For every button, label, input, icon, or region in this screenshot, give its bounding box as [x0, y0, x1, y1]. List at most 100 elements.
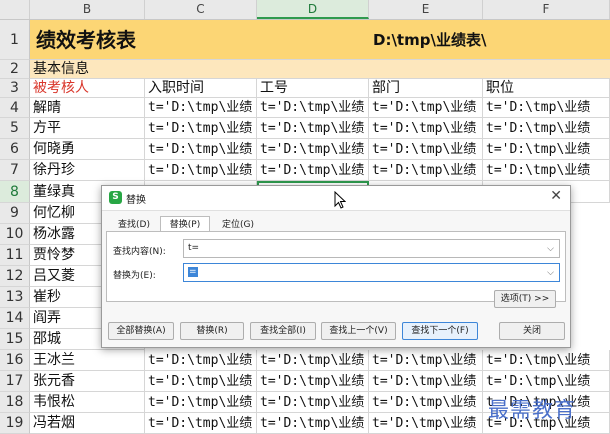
row-number[interactable]: 5: [0, 118, 30, 139]
column-header-bar: B C D E F: [0, 0, 610, 20]
sheet-title-cell[interactable]: 绩效考核表: [30, 20, 257, 60]
header-cell-position[interactable]: 职位: [483, 79, 610, 98]
watermark-text: 最需教育: [488, 398, 576, 422]
name-cell[interactable]: 冯若烟: [30, 413, 145, 434]
row-number[interactable]: 19: [0, 413, 30, 434]
data-cell[interactable]: t='D:\tmp\业绩: [145, 118, 257, 139]
header-cell-dept[interactable]: 部门: [369, 79, 483, 98]
close-button[interactable]: 关闭: [499, 322, 565, 340]
data-cell[interactable]: t='D:\tmp\业绩: [369, 350, 483, 371]
name-cell[interactable]: 王冰兰: [30, 350, 145, 371]
row-number[interactable]: 7: [0, 160, 30, 181]
name-cell[interactable]: 韦恨松: [30, 392, 145, 413]
replace-button[interactable]: 替换(R): [180, 322, 244, 340]
dialog-title: 替换: [126, 195, 146, 206]
row-number[interactable]: 12: [0, 266, 30, 287]
row-number[interactable]: 13: [0, 287, 30, 308]
row-number[interactable]: 16: [0, 350, 30, 371]
row-number[interactable]: 11: [0, 245, 30, 266]
data-cell[interactable]: t='D:\tmp\业绩: [145, 98, 257, 118]
options-button[interactable]: 选项(T) >>: [494, 290, 556, 308]
data-cell[interactable]: t='D:\tmp\业绩: [369, 118, 483, 139]
section-label-cell[interactable]: 基本信息: [30, 60, 610, 79]
row-number[interactable]: 2: [0, 60, 30, 79]
name-cell[interactable]: 徐丹珍: [30, 160, 145, 181]
data-cell[interactable]: t='D:\tmp\业绩: [483, 371, 610, 392]
corner-cell[interactable]: [0, 0, 30, 19]
find-input[interactable]: t= ⌵: [183, 239, 560, 258]
table-row: 4 解晴 t='D:\tmp\业绩 t='D:\tmp\业绩 t='D:\tmp…: [0, 98, 610, 118]
close-icon[interactable]: ✕: [550, 188, 562, 204]
table-row: 16 王冰兰 t='D:\tmp\业绩 t='D:\tmp\业绩 t='D:\t…: [0, 350, 610, 371]
mouse-cursor-icon: [334, 191, 346, 209]
header-cell-hire-date[interactable]: 入职时间: [145, 79, 257, 98]
data-cell[interactable]: t='D:\tmp\业绩: [257, 350, 369, 371]
data-cell[interactable]: t='D:\tmp\业绩: [257, 118, 369, 139]
tab-goto[interactable]: 定位(G): [214, 216, 262, 232]
data-cell[interactable]: t='D:\tmp\业绩: [483, 118, 610, 139]
chevron-down-icon[interactable]: ⌵: [547, 265, 554, 282]
data-cell[interactable]: t='D:\tmp\业绩: [257, 371, 369, 392]
sheet-row: 2 基本信息: [0, 60, 610, 79]
find-next-button[interactable]: 查找下一个(F): [402, 322, 478, 340]
data-cell[interactable]: t='D:\tmp\业绩: [145, 413, 257, 434]
path-cell[interactable]: D:\tmp\业绩表\: [257, 20, 610, 60]
data-cell[interactable]: t='D:\tmp\业绩: [369, 98, 483, 118]
replace-input[interactable]: = ⌵: [183, 263, 560, 282]
data-cell[interactable]: t='D:\tmp\业绩: [483, 98, 610, 118]
data-cell[interactable]: t='D:\tmp\业绩: [145, 160, 257, 181]
row-number[interactable]: 17: [0, 371, 30, 392]
tab-replace[interactable]: 替换(P): [160, 216, 210, 232]
row-number[interactable]: 18: [0, 392, 30, 413]
row-number[interactable]: 6: [0, 139, 30, 160]
data-cell[interactable]: t='D:\tmp\业绩: [257, 98, 369, 118]
row-number[interactable]: 4: [0, 98, 30, 118]
data-cell[interactable]: t='D:\tmp\业绩: [145, 392, 257, 413]
row-number[interactable]: 15: [0, 329, 30, 350]
column-header-b[interactable]: B: [30, 0, 145, 19]
header-cell-id[interactable]: 工号: [257, 79, 369, 98]
data-cell[interactable]: t='D:\tmp\业绩: [257, 392, 369, 413]
name-cell[interactable]: 方平: [30, 118, 145, 139]
row-number[interactable]: 1: [0, 20, 30, 60]
name-cell[interactable]: 何晓勇: [30, 139, 145, 160]
header-cell-name[interactable]: 被考核人: [30, 79, 145, 98]
data-cell[interactable]: t='D:\tmp\业绩: [369, 392, 483, 413]
data-cell[interactable]: t='D:\tmp\业绩: [145, 350, 257, 371]
data-cell[interactable]: t='D:\tmp\业绩: [145, 139, 257, 160]
find-label: 查找内容(N):: [113, 247, 166, 257]
find-previous-button[interactable]: 查找上一个(V): [321, 322, 396, 340]
data-cell[interactable]: t='D:\tmp\业绩: [257, 139, 369, 160]
row-number[interactable]: 3: [0, 79, 30, 98]
find-value: t=: [188, 243, 200, 253]
replace-label: 替换为(E):: [113, 271, 156, 281]
column-header-d[interactable]: D: [257, 0, 369, 19]
data-cell[interactable]: t='D:\tmp\业绩: [369, 413, 483, 434]
find-all-button[interactable]: 查找全部(I): [250, 322, 316, 340]
data-cell[interactable]: t='D:\tmp\业绩: [257, 413, 369, 434]
replace-all-button[interactable]: 全部替换(A): [108, 322, 174, 340]
header-row: 3 被考核人 入职时间 工号 部门 职位: [0, 79, 610, 98]
tab-find[interactable]: 查找(D): [110, 216, 158, 232]
data-cell[interactable]: t='D:\tmp\业绩: [257, 160, 369, 181]
data-cell[interactable]: t='D:\tmp\业绩: [369, 160, 483, 181]
replace-dialog: S 替换 ✕ 查找(D) 替换(P) 定位(G) 查找内容(N): t= ⌵ 替…: [101, 185, 571, 348]
data-cell[interactable]: t='D:\tmp\业绩: [483, 350, 610, 371]
row-number[interactable]: 8: [0, 181, 30, 203]
column-header-c[interactable]: C: [145, 0, 257, 19]
data-cell[interactable]: t='D:\tmp\业绩: [483, 160, 610, 181]
chevron-down-icon[interactable]: ⌵: [547, 241, 554, 258]
column-header-e[interactable]: E: [369, 0, 483, 19]
data-cell[interactable]: t='D:\tmp\业绩: [369, 139, 483, 160]
replace-value: =: [188, 267, 198, 277]
sheet-row: 1 绩效考核表 D:\tmp\业绩表\: [0, 20, 610, 60]
name-cell[interactable]: 解晴: [30, 98, 145, 118]
row-number[interactable]: 10: [0, 224, 30, 245]
row-number[interactable]: 9: [0, 203, 30, 224]
column-header-f[interactable]: F: [483, 0, 610, 19]
data-cell[interactable]: t='D:\tmp\业绩: [483, 139, 610, 160]
data-cell[interactable]: t='D:\tmp\业绩: [145, 371, 257, 392]
row-number[interactable]: 14: [0, 308, 30, 329]
data-cell[interactable]: t='D:\tmp\业绩: [369, 371, 483, 392]
name-cell[interactable]: 张元香: [30, 371, 145, 392]
